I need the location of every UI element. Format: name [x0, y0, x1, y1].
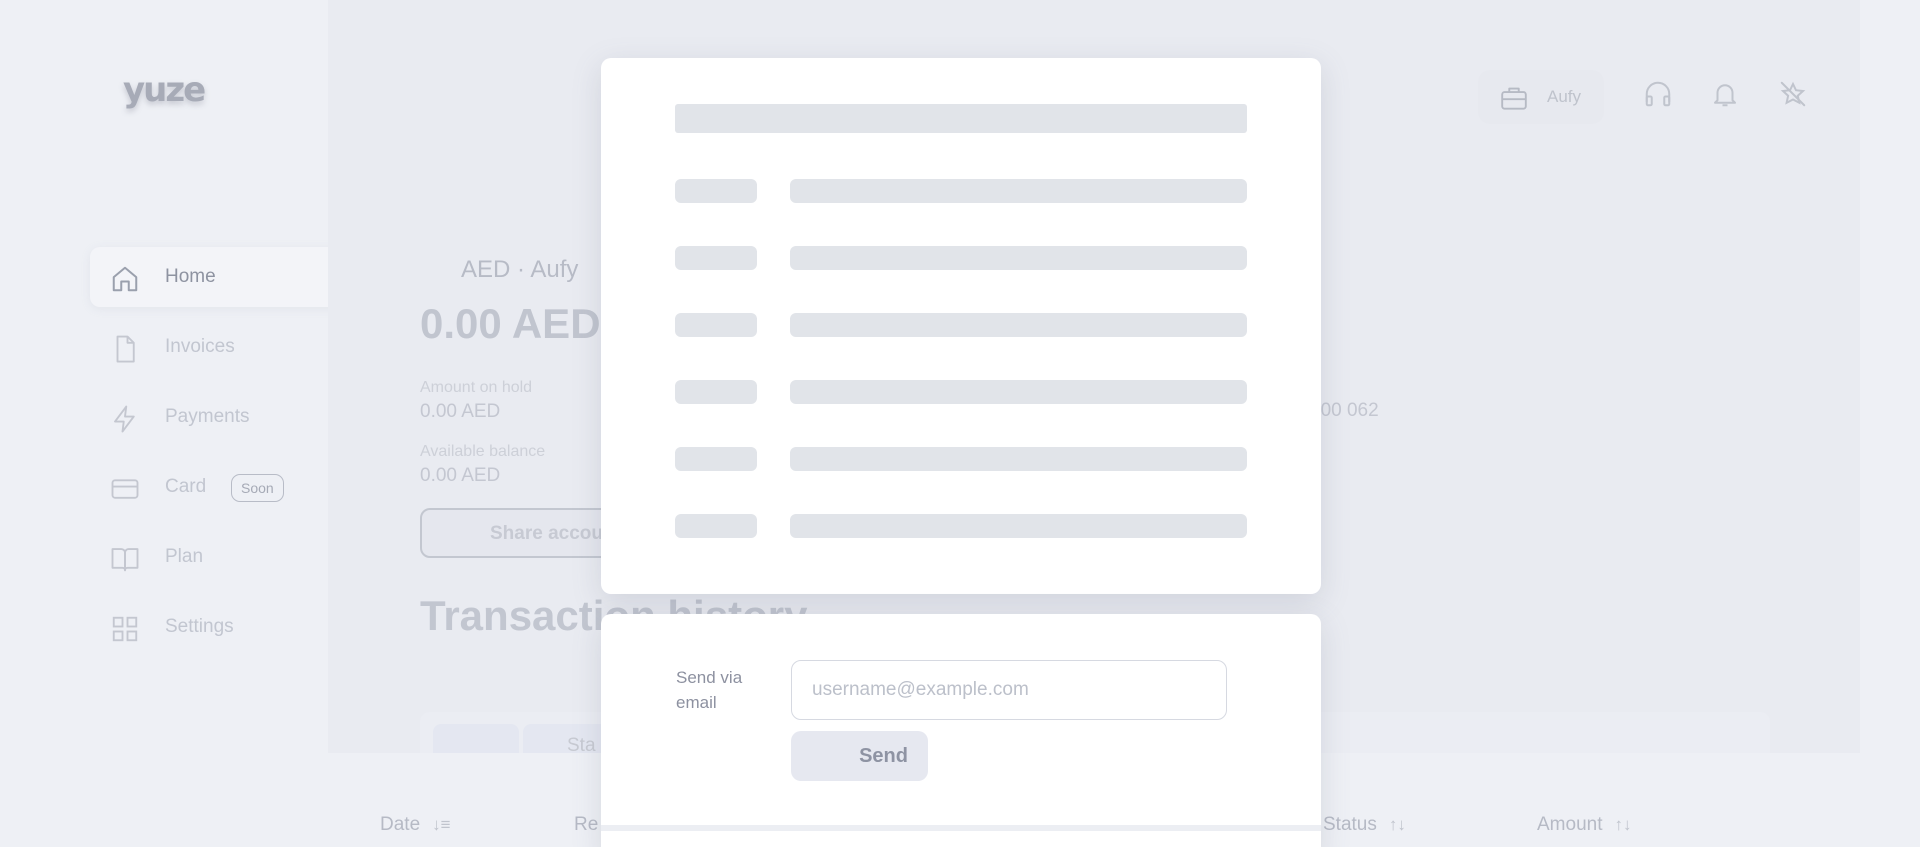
column-header-amount[interactable]: Amount ↑↓	[1537, 814, 1631, 836]
send-button[interactable]: Send	[791, 731, 928, 781]
grid-icon	[112, 616, 138, 642]
sidebar-item-payments[interactable]: Payments	[90, 387, 344, 447]
skeleton-label	[675, 447, 757, 471]
on-hold-label: Amount on hold	[420, 379, 533, 396]
sort-icon: ↑↓	[1388, 815, 1406, 834]
skeleton-value	[790, 313, 1247, 337]
headset-icon[interactable]	[1643, 79, 1673, 109]
skeleton-value	[790, 380, 1247, 404]
briefcase-icon	[1501, 87, 1527, 110]
sidebar-item-label: Card	[165, 476, 207, 497]
lightning-icon	[114, 405, 135, 433]
sort-desc-icon: ↓≡	[432, 815, 451, 834]
skeleton-value	[790, 246, 1247, 270]
skeleton-value	[790, 179, 1247, 203]
app-root: yuze Home Invoices Payments Card Soon Pl…	[0, 0, 1920, 847]
skeleton-title	[675, 104, 1247, 133]
sidebar-item-label: Plan	[165, 546, 204, 567]
sort-icon: ↑↓	[1614, 815, 1632, 834]
app-logo[interactable]: yuze	[123, 70, 206, 110]
sidebar-item-label: Invoices	[165, 336, 235, 357]
column-header-status[interactable]: Status ↑↓	[1323, 814, 1406, 836]
share-details-modal	[601, 58, 1321, 594]
sidebar: yuze Home Invoices Payments Card Soon Pl…	[0, 0, 344, 847]
home-icon	[112, 266, 138, 292]
skeleton-value	[790, 447, 1247, 471]
skeleton-label	[675, 313, 757, 337]
right-gutter	[1860, 0, 1920, 847]
skeleton-label	[675, 380, 757, 404]
on-hold-value: 0.00 AED	[420, 401, 501, 422]
skeleton-value	[790, 514, 1247, 538]
card-icon	[111, 479, 139, 499]
account-balance: 0.00 AED	[420, 300, 601, 347]
send-via-email-label: Send via email	[676, 668, 743, 712]
sidebar-item-settings[interactable]: Settings	[90, 597, 344, 657]
column-header-reference[interactable]: Re	[574, 814, 598, 836]
book-icon	[111, 548, 139, 572]
document-icon	[116, 335, 135, 363]
skeleton-label	[675, 246, 757, 270]
sidebar-item-label: Home	[165, 266, 216, 287]
business-name: Aufy	[1547, 87, 1582, 106]
divider	[601, 825, 1321, 831]
share-account-label: Share accou	[490, 523, 603, 544]
available-label: Available balance	[420, 443, 546, 460]
column-header-date[interactable]: Date ↓≡	[380, 814, 451, 836]
available-value: 0.00 AED	[420, 465, 501, 486]
soon-badge: Soon	[231, 474, 284, 502]
skeleton-label	[675, 514, 757, 538]
sidebar-item-home[interactable]: Home	[90, 247, 344, 307]
bell-icon[interactable]	[1710, 79, 1740, 109]
skeleton-label	[675, 179, 757, 203]
account-currency-line: AED · Aufy	[461, 256, 579, 283]
send-email-modal: Send via email Send	[601, 614, 1321, 847]
crossed-star-icon[interactable]	[1777, 79, 1809, 109]
business-switcher[interactable]: Aufy	[1478, 70, 1604, 124]
sidebar-item-label: Settings	[165, 616, 234, 637]
sidebar-item-label: Payments	[165, 406, 250, 427]
sidebar-item-plan[interactable]: Plan	[90, 527, 344, 587]
sidebar-item-card[interactable]: Card Soon	[90, 457, 344, 517]
email-input[interactable]	[791, 660, 1227, 720]
sidebar-item-invoices[interactable]: Invoices	[90, 317, 344, 377]
